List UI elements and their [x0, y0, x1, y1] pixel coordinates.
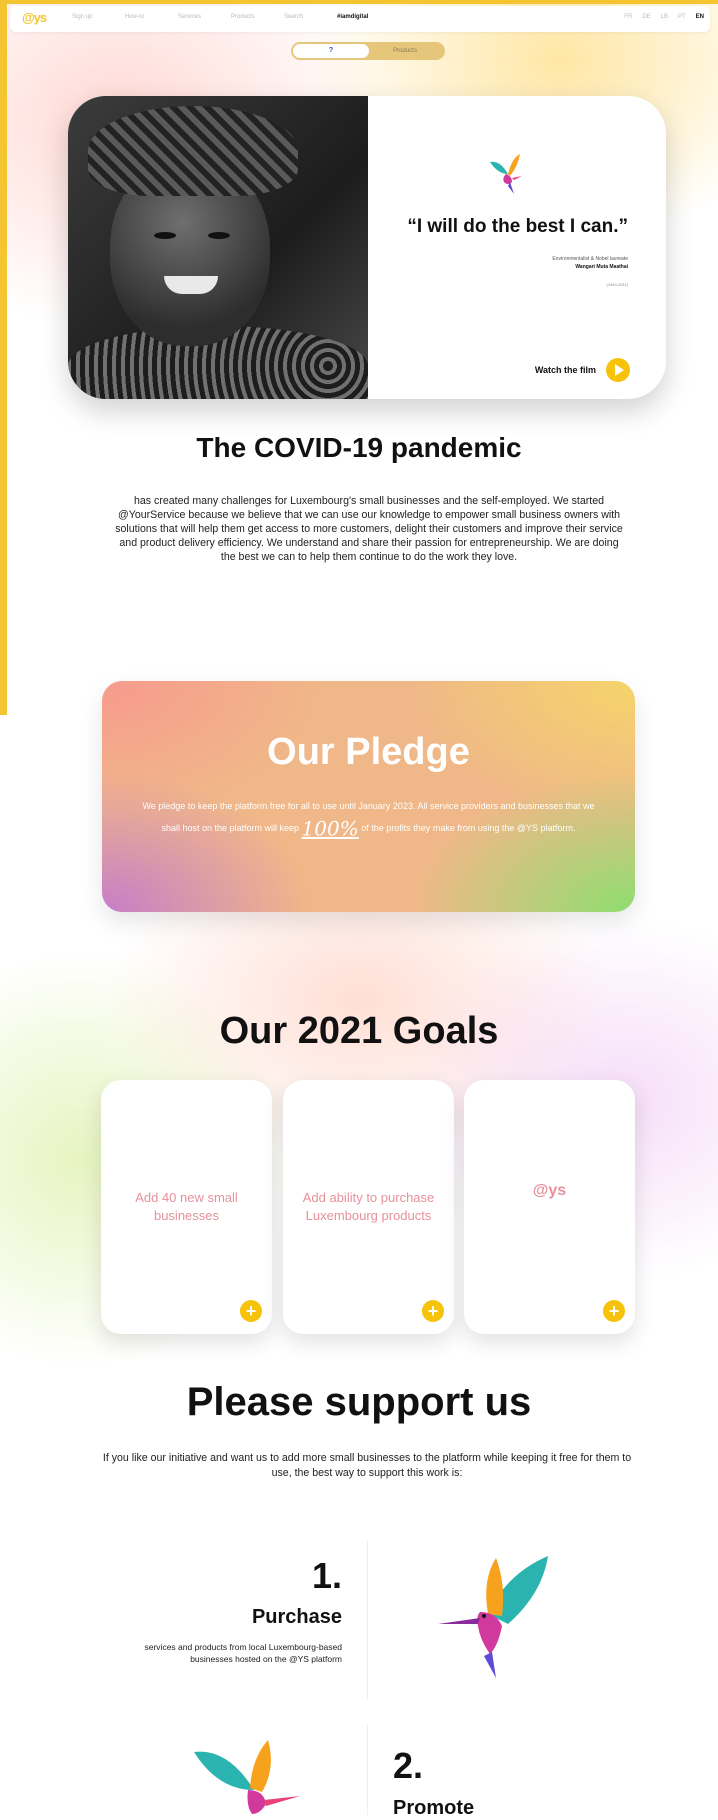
goal-text: Add 40 new small businesses: [135, 1190, 238, 1223]
language-switcher: FR DE LB PT EN: [624, 14, 704, 20]
ys-logo[interactable]: @ys: [22, 10, 47, 25]
plus-icon[interactable]: +: [422, 1300, 444, 1322]
pledge-heading: Our Pledge: [267, 731, 470, 773]
nav-link-products[interactable]: Products: [231, 14, 284, 20]
lang-fr[interactable]: FR: [624, 14, 632, 20]
lang-lb[interactable]: LB: [661, 14, 668, 20]
lang-de[interactable]: DE: [642, 14, 650, 20]
step-divider: [367, 1725, 368, 1815]
accent-strip: [0, 0, 7, 715]
pledge-body: We pledge to keep the platform free for …: [136, 795, 601, 840]
toggle-option-products[interactable]: Products: [369, 44, 441, 58]
top-nav: @ys Sign up How-to Services Products Sea…: [10, 6, 710, 32]
nav-link-signup[interactable]: Sign up: [72, 14, 125, 20]
step-divider: [367, 1540, 368, 1700]
goals-heading: Our 2021 Goals: [219, 1010, 499, 1052]
toggle-option-a[interactable]: ?: [293, 44, 369, 58]
goal-text: Add ability to purchase Luxembourg produ…: [302, 1190, 435, 1223]
nav-link-search[interactable]: Search: [284, 14, 337, 20]
watch-film-label: Watch the film: [534, 365, 596, 375]
quote-attribution-years: (1940-2011): [606, 282, 629, 287]
quote-attribution-name: Wangari Muta Maathai: [575, 264, 628, 270]
play-icon[interactable]: [606, 358, 630, 382]
lang-pt[interactable]: PT: [678, 14, 686, 20]
nav-link-services[interactable]: Services: [178, 14, 231, 20]
portrait-image: [68, 96, 368, 399]
pledge-body-after: of the profits they make from using the …: [361, 823, 576, 833]
hero-card: “I will do the best I can.” Environmenta…: [68, 96, 666, 399]
support-intro: If you like our initiative and want us t…: [102, 1452, 632, 1479]
step-number: 2.: [393, 1745, 424, 1786]
step-description: services and products from local Luxembo…: [144, 1642, 343, 1664]
lang-en[interactable]: EN: [696, 14, 704, 20]
covid-heading: The COVID-19 pandemic: [196, 432, 522, 463]
goal-card[interactable]: Add 40 new small businesses +: [101, 1080, 272, 1334]
hundred-percent-badge: 100%: [301, 816, 359, 841]
nav-link-iamdigital[interactable]: #iamdigital: [337, 14, 390, 20]
pledge-card: Our Pledge We pledge to keep the platfor…: [102, 681, 635, 912]
quote-attribution-role: Environmentalist & Nobel laureate: [552, 256, 628, 262]
hummingbird-icon: [194, 1740, 300, 1814]
accent-top-strip: [0, 0, 718, 4]
hummingbird-icon: [438, 1556, 548, 1678]
covid-body: has created many challenges for Luxembou…: [115, 495, 623, 563]
view-toggle[interactable]: ? Products: [291, 42, 445, 60]
watch-film-button[interactable]: Watch the film: [535, 358, 630, 382]
goal-card[interactable]: Add ability to purchase Luxembourg produ…: [283, 1080, 454, 1334]
goal-card[interactable]: @ys +: [464, 1080, 635, 1334]
nav-link-howto[interactable]: How-to: [125, 14, 178, 20]
step-title: Promote: [393, 1797, 475, 1819]
hero-quote: “I will do the best I can.”: [407, 216, 628, 237]
step-number: 1.: [311, 1555, 342, 1596]
plus-icon[interactable]: +: [603, 1300, 625, 1322]
nav-links: Sign up How-to Services Products Search …: [72, 14, 390, 20]
plus-icon[interactable]: +: [240, 1300, 262, 1322]
step-title: Purchase: [251, 1606, 342, 1628]
hummingbird-icon: [490, 154, 522, 194]
ys-logo: @ys: [532, 1182, 567, 1199]
support-heading: Please support us: [186, 1380, 532, 1424]
